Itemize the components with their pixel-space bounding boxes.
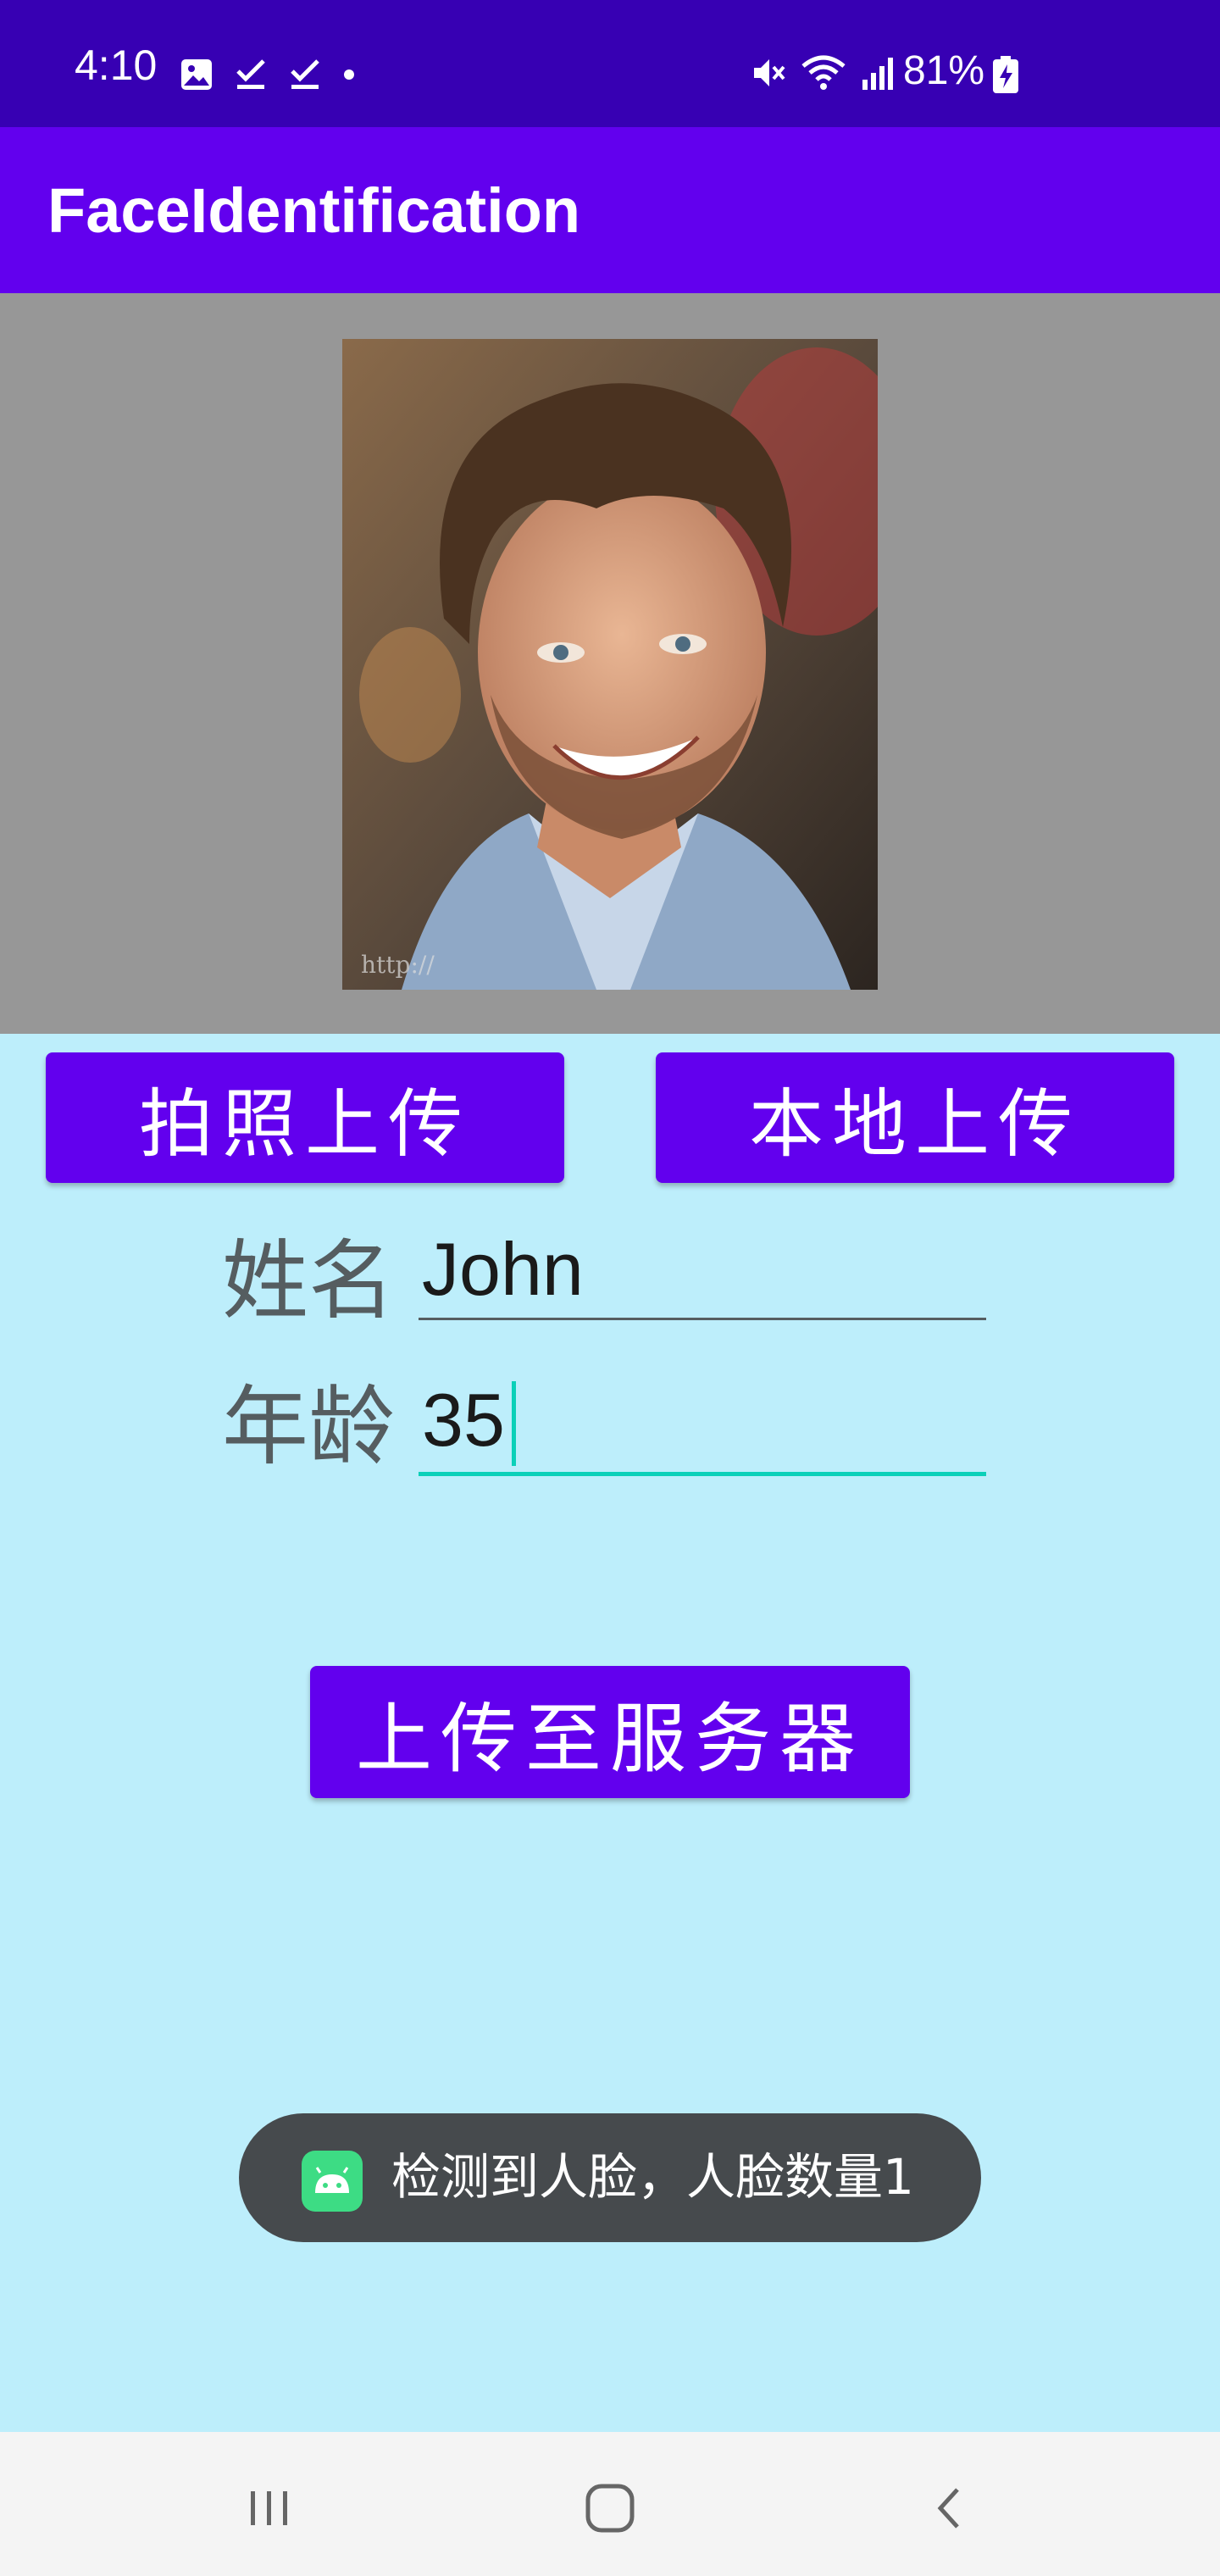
photo-watermark: http:// [361, 951, 435, 979]
age-label: 年龄 [222, 1377, 395, 1478]
mute-icon [749, 54, 786, 95]
face-photo: http:// [342, 339, 878, 990]
system-icons [749, 54, 898, 95]
upload-to-server-button[interactable]: 上传至服务器 [310, 1666, 910, 1798]
age-input[interactable] [419, 1368, 986, 1476]
battery-charging-icon [991, 56, 1020, 97]
status-time: 4:10 [75, 42, 158, 89]
check-icon [288, 58, 322, 95]
app-bar: FaceIdentification [0, 127, 1220, 293]
recent-apps-icon[interactable] [219, 2466, 320, 2551]
check-icon [234, 58, 268, 95]
image-icon [180, 58, 214, 95]
notification-icons [180, 58, 356, 95]
image-panel: http:// [0, 293, 1220, 1034]
app-title: FaceIdentification [47, 175, 581, 246]
navigation-bar [0, 2432, 1220, 2576]
android-icon [302, 2151, 363, 2212]
name-label: 姓名 [222, 1231, 395, 1332]
home-icon[interactable] [559, 2466, 661, 2551]
signal-icon [861, 54, 898, 95]
battery-percent: 81% [903, 48, 985, 93]
toast: 检测到人脸，人脸数量1 [239, 2113, 981, 2242]
text-cursor [512, 1381, 516, 1466]
name-input[interactable] [419, 1220, 986, 1320]
back-icon[interactable] [900, 2466, 1001, 2551]
camera-upload-button[interactable]: 拍照上传 [46, 1052, 564, 1183]
wifi-icon [800, 54, 847, 95]
toast-message: 检测到人脸，人脸数量1 [391, 2148, 914, 2206]
dot-icon [342, 68, 356, 85]
status-bar: 4:10 81% [0, 0, 1220, 127]
local-upload-button[interactable]: 本地上传 [656, 1052, 1174, 1183]
